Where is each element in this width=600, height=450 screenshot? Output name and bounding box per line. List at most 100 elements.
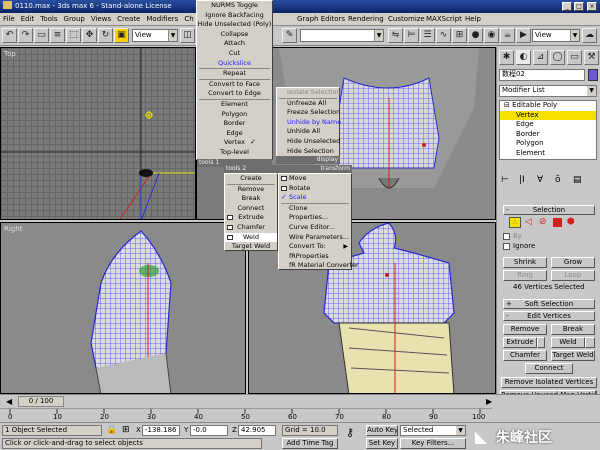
show-end-result-icon[interactable]: |I (519, 175, 525, 186)
menu-item-clone[interactable]: Clone (279, 204, 351, 214)
ignore-backfacing-checkbox[interactable] (503, 243, 510, 250)
target-weld-button[interactable]: Target Weld (551, 350, 595, 361)
menu-item-cut[interactable]: Cut (197, 49, 272, 59)
render-icon[interactable]: ☁ (582, 28, 597, 43)
soft-selection-rollout[interactable]: + Soft Selection (503, 299, 595, 309)
menu-item-properties[interactable]: Properties... (279, 213, 351, 223)
select-object-icon[interactable]: ▭ (34, 28, 49, 43)
menu-item-convert-to-edge[interactable]: Convert to Edge (197, 89, 272, 99)
display-tab-icon[interactable]: ▭ (567, 50, 582, 65)
menu-edit[interactable]: Edit (18, 13, 38, 25)
quick-render-icon[interactable]: ☕ (500, 28, 515, 43)
remove-modifier-icon[interactable]: ŏ (555, 175, 561, 186)
menu-item-rotate[interactable]: Rotate (279, 184, 351, 194)
close-button[interactable]: × (587, 2, 597, 11)
ring-button[interactable]: Ring (503, 270, 547, 281)
weld-button[interactable]: Weld (551, 337, 585, 348)
menu-views[interactable]: Views (88, 13, 114, 25)
chamfer-button[interactable]: Chamfer (503, 350, 547, 361)
menu-character[interactable]: Ch (181, 13, 196, 25)
render-type-dropdown[interactable]: View ▼ (532, 29, 580, 42)
menu-item-create[interactable]: Create (225, 174, 277, 184)
move-icon[interactable]: ✥ (82, 28, 97, 43)
menu-item-top-level[interactable]: Top-level (197, 148, 272, 158)
stack-item-polygon[interactable]: Polygon (500, 139, 596, 149)
menu-item-fr-material-converter[interactable]: fR Material Converter (279, 261, 359, 271)
menu-item-unhide-by-name[interactable]: Unhide by Name (277, 118, 341, 128)
stack-item-border[interactable]: Border (500, 130, 596, 140)
weld-settings-button[interactable] (585, 337, 595, 348)
x-coordinate-field[interactable]: -138.186 (142, 425, 180, 436)
menu-item-vertex[interactable]: Vertex ✓ (197, 138, 272, 148)
loop-button[interactable]: Loop (551, 270, 595, 281)
create-tab-icon[interactable]: ✱ (499, 50, 514, 65)
absolute-mode-icon[interactable]: ⊞ (122, 425, 130, 436)
menu-item-break[interactable]: Break (225, 194, 277, 204)
lock-selection-icon[interactable]: 🔒 (106, 425, 117, 436)
key-filters-button[interactable]: Key Filters... (400, 438, 466, 449)
menu-item-hide-unselected[interactable]: Hide Unselected (277, 137, 340, 147)
motion-tab-icon[interactable]: ◯ (550, 50, 565, 65)
menu-item-freeze-selection[interactable]: Freeze Selection (277, 108, 340, 118)
settings-box-icon[interactable] (227, 215, 233, 221)
menu-item-attach[interactable]: Attach (197, 39, 272, 49)
menu-item-edge[interactable]: Edge (197, 129, 272, 139)
settings-box-icon[interactable] (281, 185, 287, 191)
modify-tab-icon[interactable]: ◐ (516, 50, 531, 65)
reference-coord-dropdown[interactable]: View ▼ (132, 29, 178, 42)
settings-box-icon[interactable] (227, 234, 233, 240)
redo-icon[interactable]: ↷ (18, 28, 33, 43)
menu-item-connect[interactable]: Connect (225, 204, 277, 214)
menu-item-polygon[interactable]: Polygon (197, 110, 272, 120)
rotate-icon[interactable]: ↻ (98, 28, 113, 43)
connect-button[interactable]: Connect (525, 363, 573, 374)
menu-item-unfreeze-all[interactable]: Unfreeze All (277, 99, 339, 109)
edge-mode-icon[interactable]: ◁ (525, 217, 532, 228)
element-mode-icon[interactable]: ⬢ (567, 217, 575, 228)
menu-item-hide-selection[interactable]: Hide Selection (277, 147, 339, 157)
menu-item-chamfer[interactable]: Chamfer (225, 223, 277, 233)
break-button[interactable]: Break (551, 324, 595, 335)
menu-item-convert-to[interactable]: Convert To: ▶ (279, 242, 351, 252)
maximize-button[interactable]: □ (574, 2, 584, 11)
menu-item-extrude[interactable]: Extrude (225, 213, 277, 223)
layers-icon[interactable]: ☰ (420, 28, 435, 43)
menu-item-convert-to-face[interactable]: Convert to Face (197, 80, 272, 90)
auto-key-button[interactable]: Auto Key (366, 425, 398, 436)
menu-file[interactable]: File (0, 13, 18, 25)
align-icon[interactable]: ⊨ (404, 28, 419, 43)
extrude-settings-button[interactable] (537, 337, 545, 348)
menu-item-collapse[interactable]: Collapse (197, 30, 272, 40)
viewport-right[interactable]: Right (0, 222, 246, 394)
configure-sets-icon[interactable]: ▤ (573, 175, 582, 186)
shrink-button[interactable]: Shrink (503, 257, 547, 268)
menu-item-hide-unselected-poly[interactable]: Hide Unselected (Poly) (197, 20, 272, 30)
by-vertex-checkbox[interactable] (503, 233, 510, 240)
remove-isolated-vertices-button[interactable]: Remove Isolated Vertices (501, 377, 597, 388)
add-time-tag-button[interactable]: Add Time Tag (282, 438, 338, 449)
menu-item-target-weld[interactable]: Target Weld (225, 242, 277, 252)
menu-item-move[interactable]: Move (279, 174, 351, 184)
menu-customize[interactable]: Customize (385, 13, 428, 25)
menu-item-scale[interactable]: ✓ Scale (279, 193, 351, 203)
modifier-list-dropdown[interactable]: Modifier List ▼ (499, 85, 597, 97)
render-scene-icon[interactable]: ◉ (484, 28, 499, 43)
schematic-icon[interactable]: ⊞ (452, 28, 467, 43)
border-mode-icon[interactable]: ⊘ (539, 217, 547, 228)
stack-item-editable-poly[interactable]: ⊟ Editable Poly (500, 101, 596, 111)
key-icon[interactable]: ⚷ (346, 427, 354, 438)
grow-button[interactable]: Grow (551, 257, 595, 268)
utilities-tab-icon[interactable]: ⚒ (584, 50, 599, 65)
menu-item-remove[interactable]: Remove (225, 185, 277, 195)
time-prev-icon[interactable]: ◀ (6, 397, 12, 406)
stack-item-element[interactable]: Element (500, 149, 596, 159)
render-last-icon[interactable]: ▶ (516, 28, 531, 43)
menu-item-repeat[interactable]: Repeat (197, 69, 272, 79)
time-next-icon[interactable]: ▶ (486, 397, 492, 406)
menu-item-wire-parameters[interactable]: Wire Parameters... (279, 233, 351, 243)
menu-item-border[interactable]: Border (197, 119, 272, 129)
menu-item-fr-properties[interactable]: fRProperties (279, 252, 351, 262)
viewport-top[interactable]: Top (0, 47, 196, 220)
named-selection-dropdown[interactable]: ▼ (300, 29, 384, 42)
menu-item-element[interactable]: Element (197, 100, 272, 110)
